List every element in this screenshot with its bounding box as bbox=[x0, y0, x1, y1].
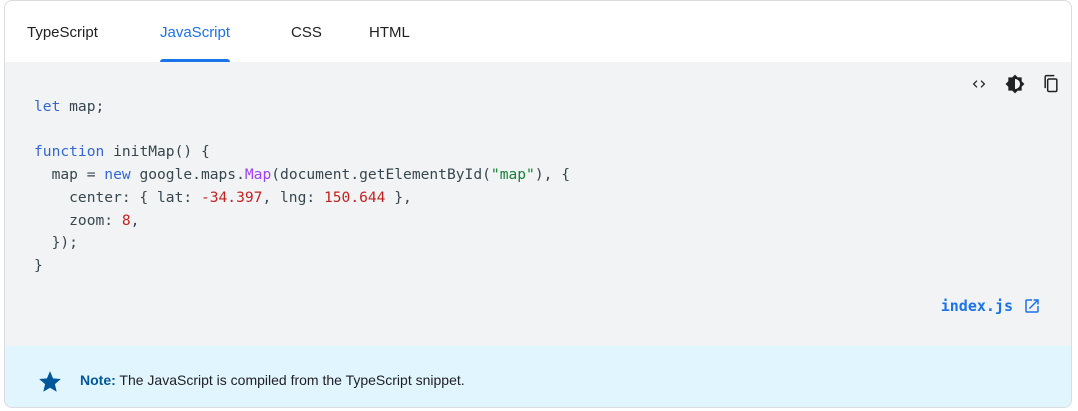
code-toolbar bbox=[967, 72, 1063, 96]
language-tab-bar: TypeScript JavaScript CSS HTML bbox=[5, 1, 1071, 63]
code-line: zoom: 8, bbox=[34, 211, 140, 229]
code-token: -34.397 bbox=[200, 188, 263, 206]
code-token: 150.644 bbox=[323, 188, 386, 206]
tab-typescript[interactable]: TypeScript bbox=[27, 1, 98, 62]
code-line: }); bbox=[34, 234, 78, 252]
file-link-name: index.js bbox=[940, 297, 1013, 315]
code-sample-panel: TypeScript JavaScript CSS HTML let map; … bbox=[4, 0, 1072, 408]
tab-css[interactable]: CSS bbox=[291, 1, 322, 62]
code-line: center: { lat: -34.397, lng: 150.644 }, bbox=[34, 188, 412, 206]
code-token: Map bbox=[244, 166, 272, 184]
tab-label: TypeScript bbox=[27, 24, 98, 41]
code-line: let map; bbox=[34, 98, 105, 115]
code-token: "map" bbox=[490, 166, 535, 184]
tab-label: CSS bbox=[291, 24, 322, 41]
note-label: Note: bbox=[80, 372, 116, 388]
copy-code-button[interactable] bbox=[1039, 72, 1063, 96]
code-token: let bbox=[34, 98, 61, 115]
code-block: let map; function initMap() { map = new … bbox=[34, 96, 570, 278]
note-text: Note: The JavaScript is compiled from th… bbox=[80, 372, 465, 388]
code-token: new bbox=[104, 166, 131, 184]
star-icon bbox=[39, 371, 61, 392]
code-view-icon bbox=[972, 80, 986, 88]
tab-label: JavaScript bbox=[160, 24, 231, 41]
copy-icon bbox=[1044, 74, 1058, 93]
tab-label: HTML bbox=[369, 24, 410, 41]
code-line: } bbox=[34, 256, 43, 274]
note-banner: Note: The JavaScript is compiled from th… bbox=[5, 346, 1071, 407]
note-message: The JavaScript is compiled from the Type… bbox=[115, 372, 465, 388]
view-source-button[interactable] bbox=[967, 72, 991, 96]
tab-javascript[interactable]: JavaScript bbox=[160, 1, 231, 62]
code-line: map = new google.maps.Map(document.getEl… bbox=[34, 166, 570, 184]
file-link-index-js[interactable]: index.js bbox=[941, 297, 1041, 315]
code-line: function initMap() { bbox=[34, 143, 210, 161]
code-token: 8 bbox=[121, 211, 131, 229]
dark-mode-icon bbox=[1005, 74, 1025, 94]
code-area: let map; function initMap() { map = new … bbox=[5, 62, 1071, 346]
tab-html[interactable]: HTML bbox=[369, 1, 410, 62]
code-token: function bbox=[34, 143, 105, 161]
open-in-new-icon bbox=[1025, 299, 1039, 313]
dark-mode-toggle[interactable] bbox=[1003, 72, 1027, 96]
